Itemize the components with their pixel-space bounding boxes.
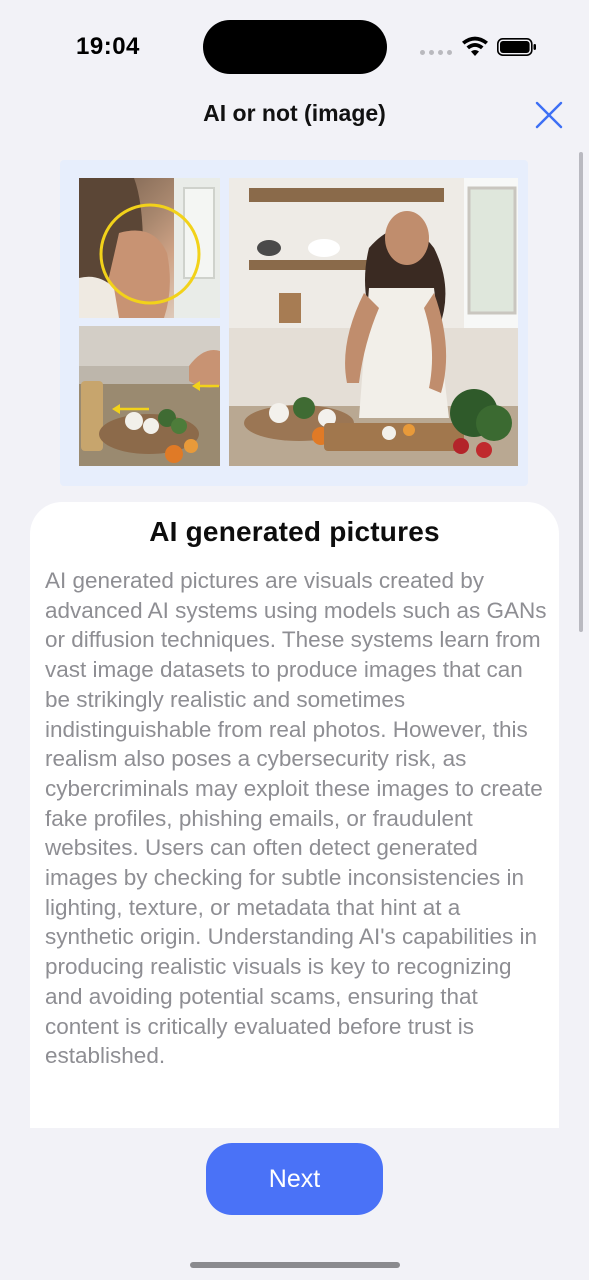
wifi-icon xyxy=(462,36,488,56)
close-icon[interactable] xyxy=(530,96,568,134)
home-indicator[interactable] xyxy=(190,1262,400,1268)
info-card: AI generated pictures AI generated pictu… xyxy=(30,502,559,1128)
shoulder-closeup-image xyxy=(79,178,220,318)
woman-cooking-photo xyxy=(60,160,528,486)
next-button[interactable]: Next xyxy=(206,1143,383,1215)
vegetables-closeup-image xyxy=(79,326,220,466)
kitchen-scene-image xyxy=(229,178,518,466)
screen: 19:04 AI or not (image) AI generated pic… xyxy=(0,0,589,1280)
status-bar: 19:04 xyxy=(0,0,589,95)
card-title: AI generated pictures xyxy=(149,516,440,547)
battery-icon xyxy=(497,38,536,56)
dynamic-island xyxy=(203,20,387,74)
card-body-text: AI generated pictures are visuals create… xyxy=(45,568,547,1069)
status-time: 19:04 xyxy=(76,33,140,60)
cellular-signal-icon xyxy=(420,44,454,55)
scrollbar[interactable] xyxy=(579,152,583,632)
page-title: AI or not (image) xyxy=(203,100,386,126)
